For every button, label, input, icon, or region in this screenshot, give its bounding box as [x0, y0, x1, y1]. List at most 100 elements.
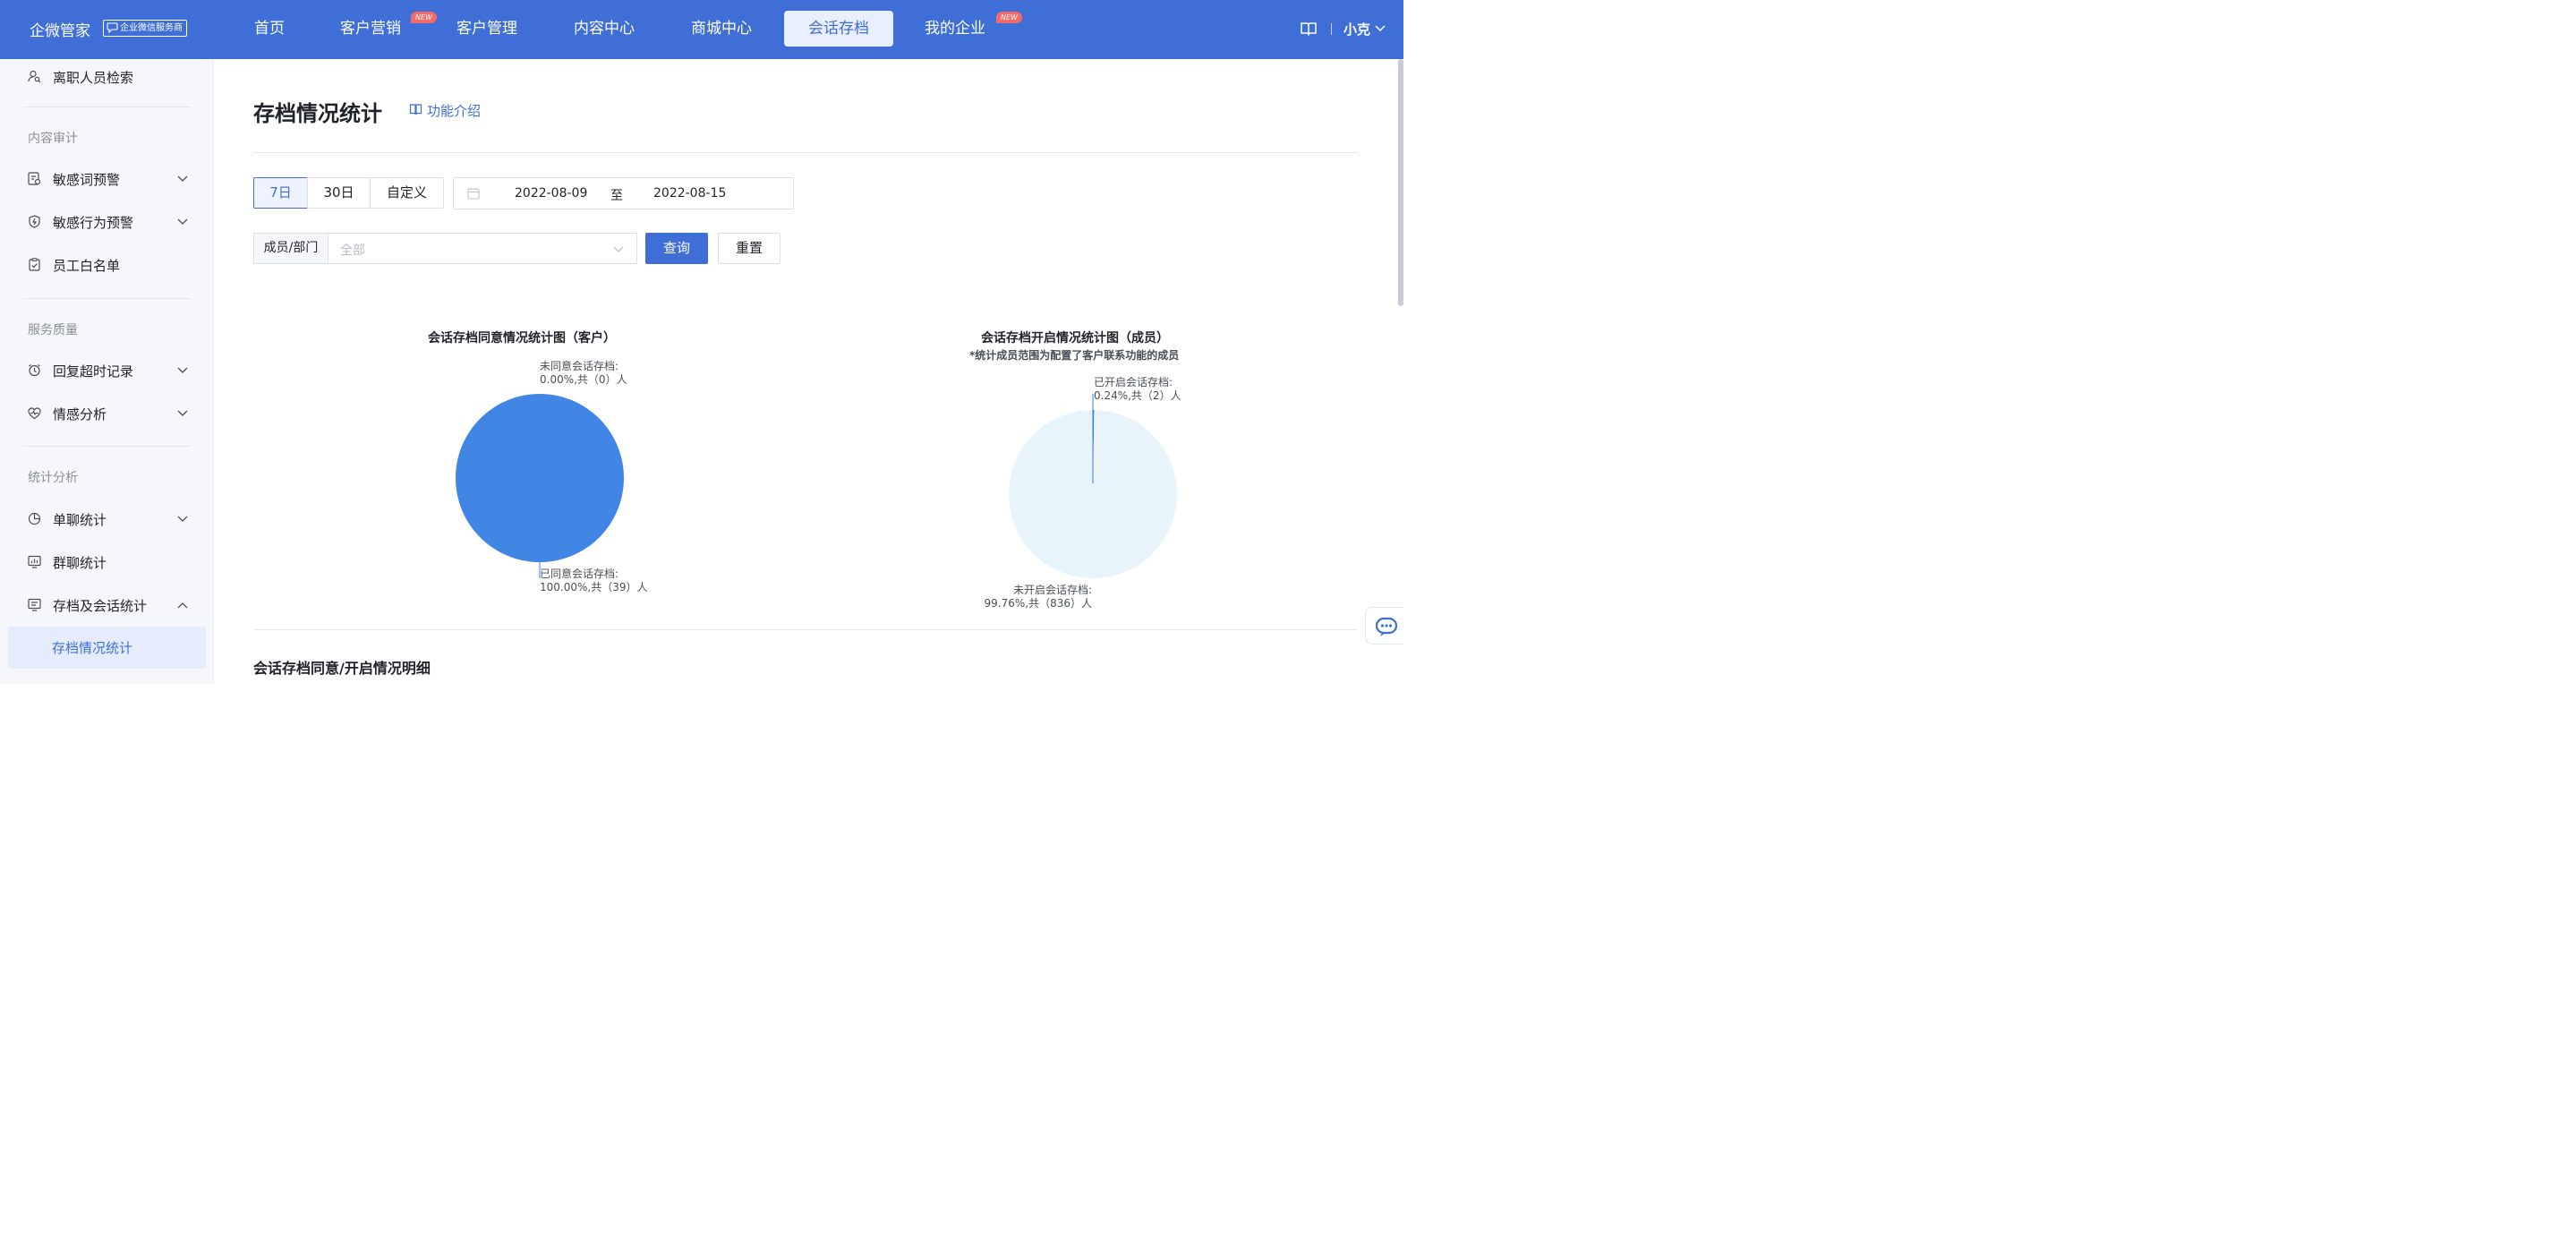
book-icon[interactable] [1300, 21, 1318, 37]
nav-customer-marketing[interactable]: 客户营销 [332, 11, 409, 47]
sidebar-group-label: 内容审计 [28, 132, 78, 146]
alarm-clock-icon [29, 364, 40, 377]
date-separator: 至 [610, 189, 623, 203]
sidebar-item-label: 敏感词预警 [53, 172, 121, 188]
new-badge: NEW [996, 12, 1022, 23]
sidebar-item-label: 存档及会话统计 [53, 598, 148, 614]
sidebar-item-label: 离职人员检索 [53, 70, 134, 86]
chevron-up-icon [177, 602, 188, 609]
sidebar-item-group-chat-stats[interactable]: 群聊统计 [0, 544, 214, 580]
member-department-label: 成员/部门 [253, 233, 328, 264]
brand-name[interactable]: 企微管家 [30, 18, 90, 40]
sidebar-subitem-label: 存档情况统计 [52, 640, 133, 656]
top-divider [1331, 23, 1332, 35]
pie-slice-label: 未同意会话存档: 0.00%,共（0）人 [540, 360, 627, 387]
chart-subtitle: *统计成员范围为配置了客户联系功能的成员 [969, 349, 1180, 362]
range-custom-button[interactable]: 自定义 [370, 177, 444, 209]
sidebar-divider [23, 446, 191, 447]
date-end[interactable]: 2022-08-15 [653, 186, 726, 201]
clipboard-check-icon [29, 258, 40, 271]
sidebar-item-label: 员工白名单 [53, 258, 121, 274]
calendar-icon [467, 188, 480, 200]
chart-title: 会话存档开启情况统计图（成员） [981, 331, 1169, 346]
sidebar-item-label: 敏感行为预警 [53, 215, 134, 231]
chat-bot-icon [1375, 617, 1398, 636]
pie-label-value: 0.00%,共（0）人 [540, 373, 627, 386]
sidebar-item-label: 回复超时记录 [53, 363, 134, 380]
scrollbar[interactable] [1398, 59, 1403, 306]
section-divider [253, 629, 1358, 630]
sidebar-item-sensitive-behavior[interactable]: 敏感行为预警 [0, 204, 214, 240]
query-button[interactable]: 查询 [645, 233, 708, 264]
pie-slice [1093, 410, 1095, 494]
sidebar-item-label: 群聊统计 [53, 555, 107, 571]
heart-pulse-icon [28, 407, 41, 420]
sidebar-item-label: 单聊统计 [53, 512, 107, 528]
sidebar-item-reply-timeout[interactable]: 回复超时记录 [0, 353, 214, 388]
brand-badge-text: 企业微信服务商 [120, 23, 183, 33]
sidebar-item-archive-session-stats[interactable]: 存档及会话统计 [0, 587, 214, 623]
pie-slice [456, 394, 624, 562]
sidebar-item-sensitive-word[interactable]: 敏感词预警 [0, 161, 214, 197]
nav-mall-center[interactable]: 商城中心 [683, 11, 760, 47]
nav-content-center[interactable]: 内容中心 [566, 11, 643, 47]
chevron-down-icon [177, 367, 188, 373]
brand-badge: 企业微信服务商 [103, 20, 187, 37]
pie-slice-label: 已同意会话存档: 100.00%,共（39）人 [540, 568, 647, 594]
nav-session-archive[interactable]: 会话存档 [784, 11, 893, 47]
detail-section-title: 会话存档同意/开启情况明细 [253, 660, 431, 677]
chevron-down-icon [177, 410, 188, 416]
pie-label-value: 0.24%,共（2）人 [1094, 389, 1181, 402]
member-select-placeholder: 全部 [340, 243, 365, 258]
top-nav-bar: 企微管家 企业微信服务商 首页 客户营销 NEW 客户管理 内容中心 商城中心 … [0, 0, 1403, 59]
feature-intro-label: 功能介绍 [427, 103, 482, 119]
user-search-icon [28, 70, 41, 83]
customer-service-float-button[interactable] [1365, 607, 1403, 645]
pie-label-name: 未开启会话存档: [1012, 584, 1092, 596]
monitor-chart-icon [28, 555, 41, 568]
range-7-days-button[interactable]: 7日 [253, 177, 308, 209]
sensitive-behavior-icon [29, 215, 40, 228]
chevron-down-icon [177, 218, 188, 225]
member-department-select[interactable]: 全部 [328, 233, 637, 264]
pie-label-name: 已同意会话存档: [540, 568, 619, 580]
title-divider [253, 152, 1358, 153]
pie-label-value: 99.76%,共（836）人 [984, 597, 1092, 610]
sidebar-group-label: 服务质量 [28, 323, 78, 337]
user-name[interactable]: 小克 [1343, 20, 1370, 38]
archive-list-icon [28, 598, 41, 611]
sidebar-group-label: 统计分析 [28, 471, 78, 485]
pie-label-name: 未同意会话存档: [540, 360, 619, 372]
chevron-down-icon[interactable] [1375, 25, 1386, 32]
sidebar-item-sentiment[interactable]: 情感分析 [0, 396, 214, 431]
book-icon [409, 104, 422, 115]
reset-button[interactable]: 重置 [718, 233, 780, 264]
pie-slice [1009, 410, 1178, 578]
chevron-down-icon [177, 516, 188, 522]
sensitive-word-icon [28, 172, 41, 185]
pie-label-value: 100.00%,共（39）人 [540, 581, 648, 593]
sidebar-item-resigned-search[interactable]: 离职人员检索 [0, 59, 214, 95]
nav-my-enterprise[interactable]: 我的企业 [917, 11, 994, 47]
sidebar-divider [23, 298, 191, 299]
range-30-days-button[interactable]: 30日 [307, 177, 371, 209]
nav-home[interactable]: 首页 [243, 11, 296, 47]
sidebar-item-label: 情感分析 [53, 406, 107, 423]
date-start[interactable]: 2022-08-09 [515, 186, 587, 201]
chat-bubble-icon [107, 22, 118, 33]
date-range-picker[interactable]: 2022-08-09 至 2022-08-15 [453, 177, 794, 209]
sidebar: 离职人员检索 内容审计 敏感词预警 敏感行为预警 员工白名单 服务质量 回复超时… [0, 59, 214, 684]
sidebar-subitem-archive-stats[interactable]: 存档情况统计 [8, 627, 206, 669]
chevron-down-icon [177, 175, 188, 182]
pie-chart-icon [28, 512, 41, 525]
pie-slice-label: 未开启会话存档: 99.76%,共（836）人 [982, 584, 1092, 610]
sidebar-item-whitelist[interactable]: 员工白名单 [0, 247, 214, 283]
nav-customer-management[interactable]: 客户管理 [448, 11, 525, 47]
chart-title: 会话存档同意情况统计图（客户） [428, 331, 616, 346]
new-badge: NEW [411, 12, 437, 23]
pie-slice-label: 已开启会话存档: 0.24%,共（2）人 [1094, 376, 1181, 403]
chevron-down-icon [613, 246, 624, 252]
pie-label-name: 已开启会话存档: [1094, 376, 1173, 388]
sidebar-item-single-chat-stats[interactable]: 单聊统计 [0, 501, 214, 537]
page-title: 存档情况统计 [253, 101, 382, 126]
